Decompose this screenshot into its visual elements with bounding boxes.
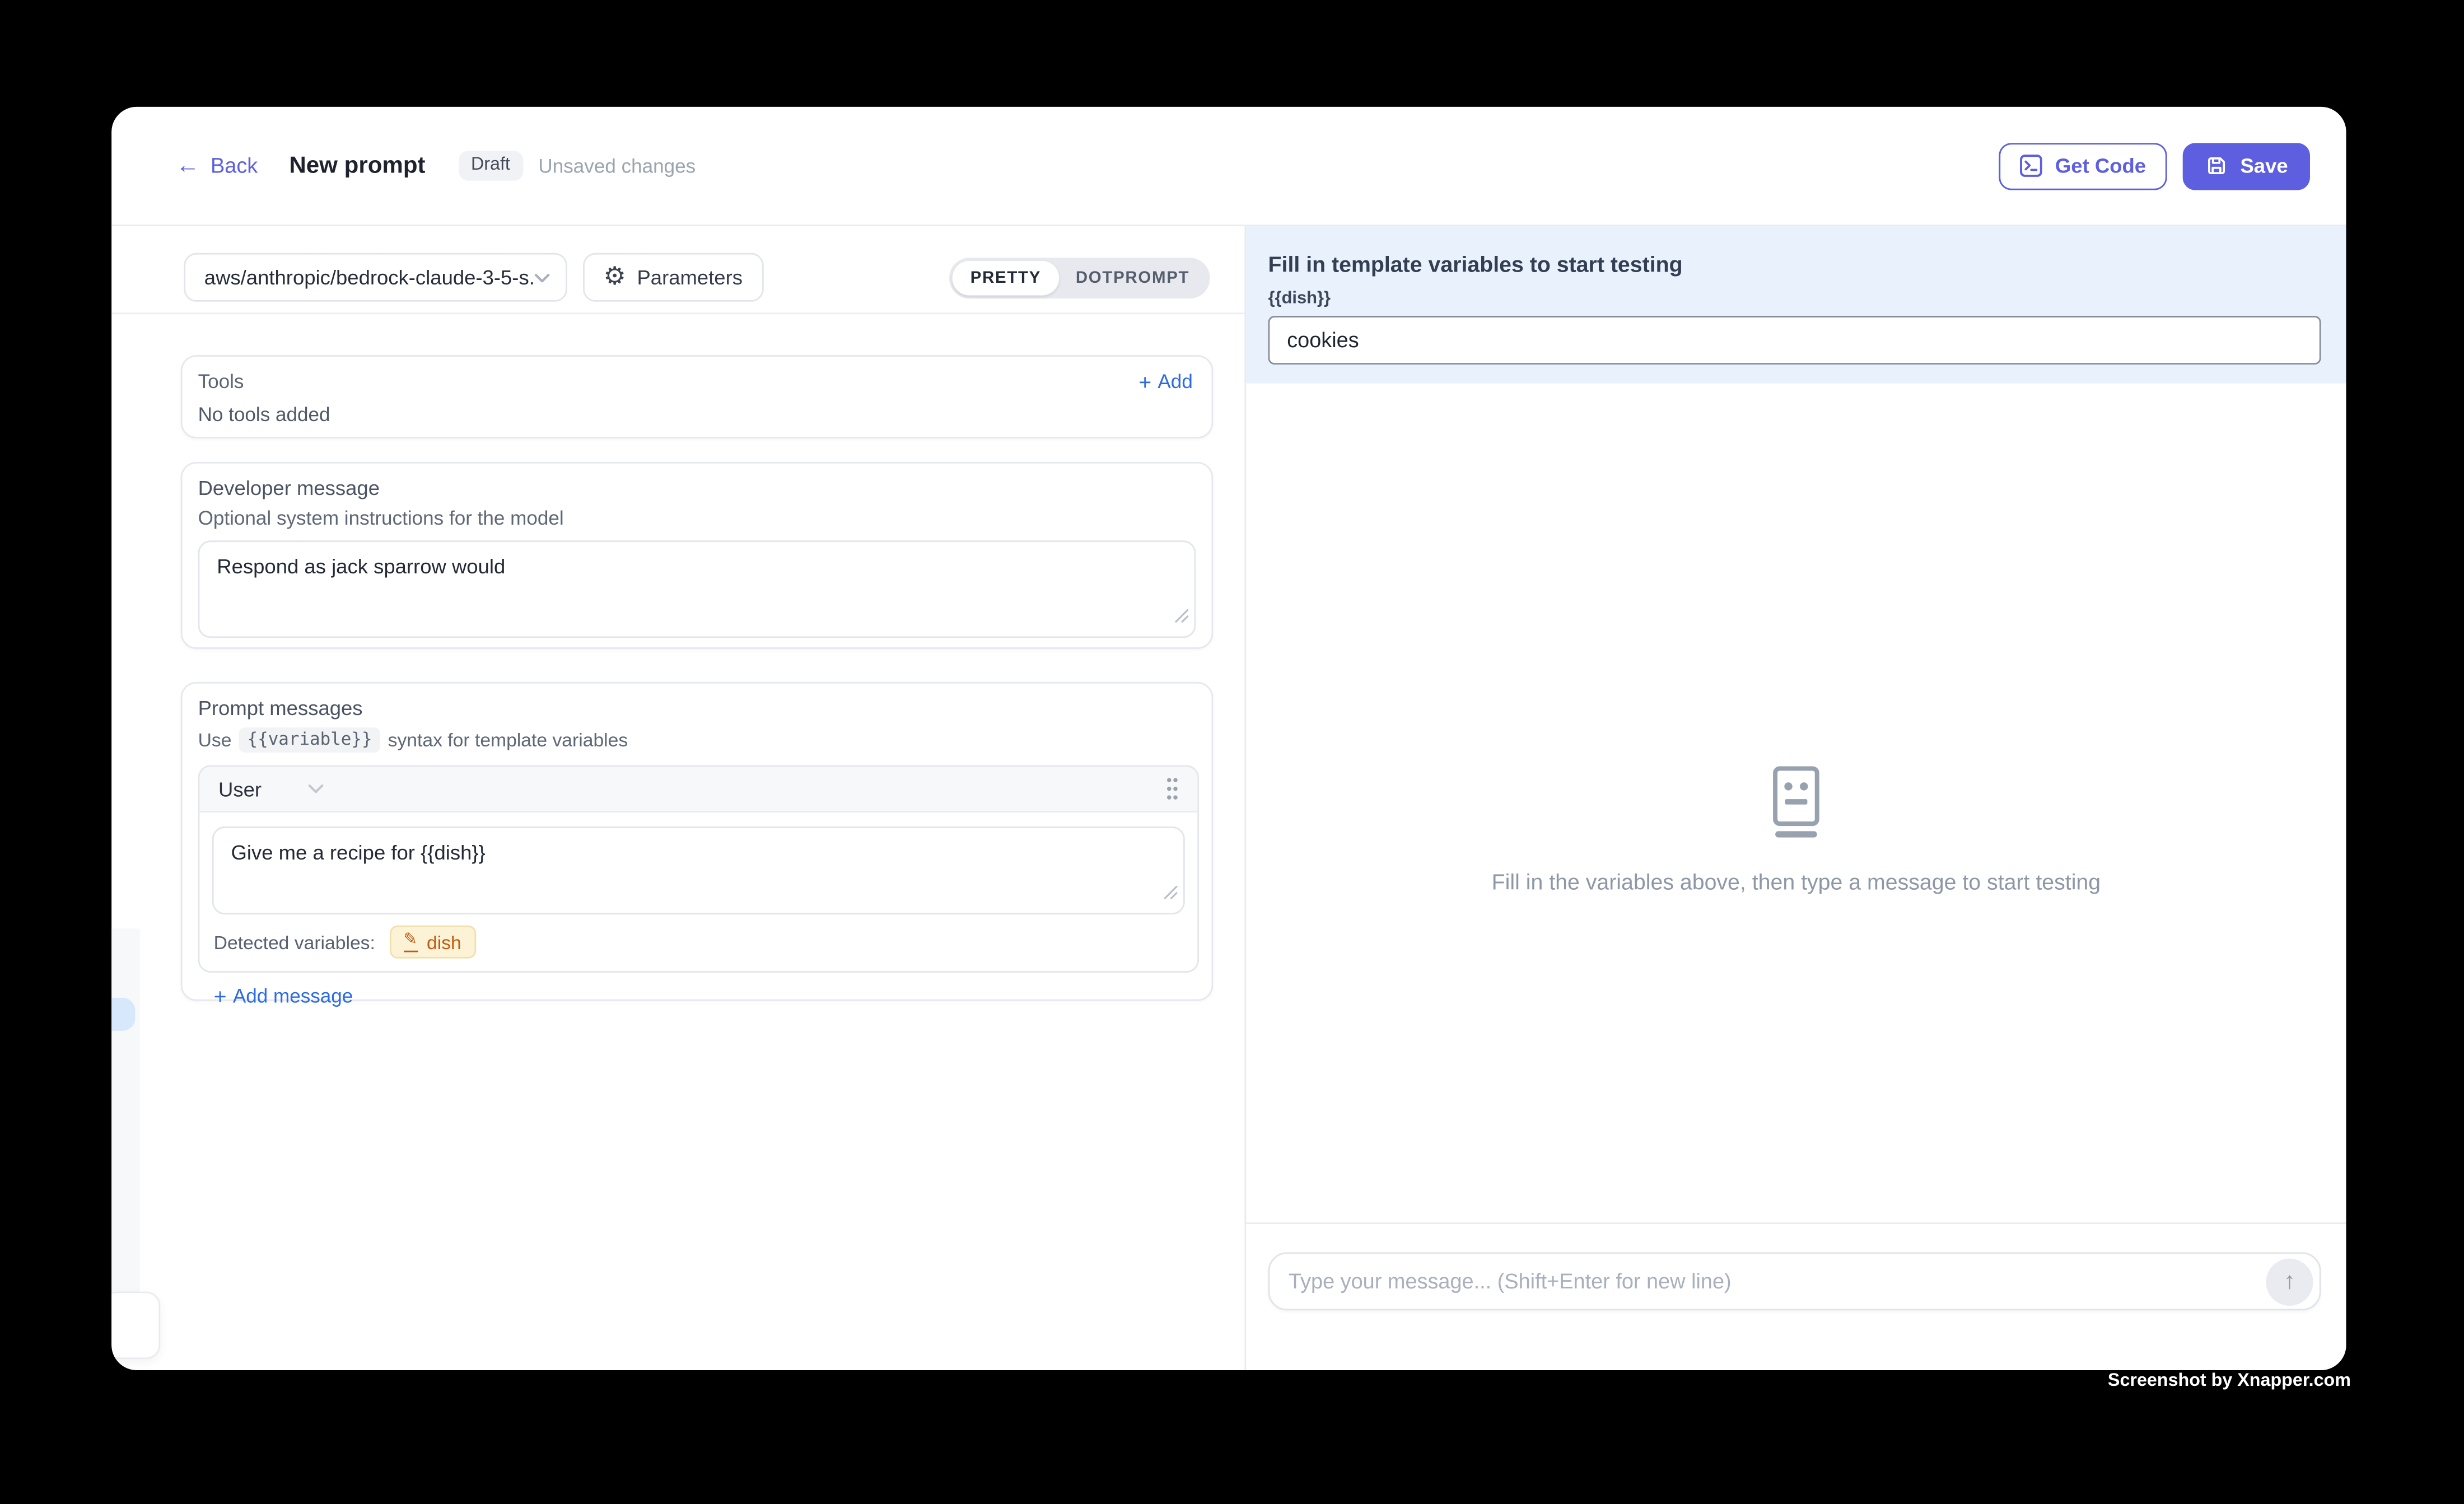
prompt-messages-title: Prompt messages <box>198 696 1196 720</box>
parameters-label: Parameters <box>637 265 743 289</box>
chat-input-box: ↑ <box>1268 1252 2321 1310</box>
developer-message-card: Developer message Optional system instru… <box>181 462 1214 649</box>
view-mode-toggle: PRETTY DOTPROMPT <box>950 257 1210 298</box>
tools-card: Tools + Add No tools added <box>181 355 1214 438</box>
user-message-textarea[interactable]: Give me a recipe for {{dish}} <box>212 826 1185 914</box>
toggle-option-dotprompt[interactable]: DOTPROMPT <box>1058 260 1207 295</box>
detected-variables-row: Detected variables: ✎ dish <box>212 926 1185 959</box>
toggle-option-pretty[interactable]: PRETTY <box>953 260 1058 295</box>
terminal-icon <box>2019 154 2042 178</box>
get-code-button[interactable]: Get Code <box>1999 142 2167 189</box>
unsaved-changes-text: Unsaved changes <box>538 155 696 176</box>
back-arrow-icon: ← <box>176 154 199 178</box>
parameters-button[interactable]: ⚙ Parameters <box>583 253 763 302</box>
add-message-button[interactable]: + Add message <box>214 985 1196 1007</box>
variables-section-title: Fill in template variables to start test… <box>1268 251 2321 277</box>
message-block: User <box>198 765 1199 973</box>
variable-syntax-chip: {{variable}} <box>239 727 380 753</box>
chat-preview-area: Fill in the variables above, then type a… <box>1246 384 2346 1222</box>
tools-title: Tools <box>198 371 244 393</box>
get-code-label: Get Code <box>2055 154 2146 178</box>
send-button[interactable]: ↑ <box>2266 1258 2313 1305</box>
variable-chip-dish[interactable]: ✎ dish <box>389 926 475 959</box>
variable-chip-label: dish <box>427 931 461 953</box>
save-label: Save <box>2240 154 2288 178</box>
status-badge: Draft <box>459 151 523 181</box>
watermark-text: Screenshot by Xnapper.com <box>2108 1372 2351 1391</box>
pencil-icon: ✎ <box>403 932 417 952</box>
empty-state-text: Fill in the variables above, then type a… <box>1492 869 2101 894</box>
hint-prefix: Use <box>198 729 232 751</box>
detected-variables-label: Detected variables: <box>214 931 375 953</box>
nav-selected-item-sliver[interactable] <box>111 998 135 1031</box>
robot-face-icon <box>1766 764 1826 847</box>
plus-icon: + <box>1138 371 1151 393</box>
role-select-value: User <box>218 777 262 801</box>
developer-message-subtitle: Optional system instructions for the mod… <box>198 507 1196 529</box>
chevron-down-icon[interactable] <box>309 784 324 794</box>
template-variables-section: Fill in template variables to start test… <box>1246 226 2346 384</box>
app-window: ← Back New prompt Draft Unsaved changes … <box>111 107 2346 1370</box>
back-button[interactable]: ← Back <box>176 154 258 178</box>
test-panel: Fill in template variables to start test… <box>1244 226 2346 1370</box>
variable-value-input[interactable] <box>1268 316 2321 365</box>
toolbar-divider <box>111 312 1244 314</box>
hint-suffix: syntax for template variables <box>388 729 628 751</box>
template-variable-hint: Use {{variable}} syntax for template var… <box>198 727 1196 753</box>
drag-handle-icon[interactable] <box>1166 776 1178 801</box>
screenshot-root: ← Back New prompt Draft Unsaved changes … <box>0 0 2464 1503</box>
corner-popover-sliver <box>111 1292 160 1360</box>
model-selector-value: aws/anthropic/bedrock-claude-3-5-s... <box>204 265 534 289</box>
save-icon <box>2204 154 2228 178</box>
header-bar: ← Back New prompt Draft Unsaved changes … <box>111 107 2346 226</box>
editor-toolbar: aws/anthropic/bedrock-claude-3-5-s... ⚙ … <box>111 226 1244 302</box>
message-role-row: User <box>199 767 1197 812</box>
chat-message-input[interactable] <box>1289 1269 2266 1293</box>
developer-message-textarea[interactable]: Respond as jack sparrow would <box>198 540 1196 638</box>
save-button[interactable]: Save <box>2182 142 2310 189</box>
add-tool-button[interactable]: + Add <box>1138 371 1193 393</box>
chevron-down-icon <box>534 273 550 282</box>
add-tool-label: Add <box>1158 371 1192 393</box>
nav-drawer-sliver <box>111 928 140 1291</box>
plus-icon: + <box>214 985 227 1007</box>
model-selector[interactable]: aws/anthropic/bedrock-claude-3-5-s... <box>184 253 567 302</box>
back-label: Back <box>211 154 258 178</box>
message-body: Give me a recipe for {{dish}} Detected v… <box>199 812 1197 971</box>
variable-name-label: {{dish}} <box>1268 289 2321 308</box>
tools-empty-text: No tools added <box>198 404 1193 426</box>
developer-message-title: Developer message <box>198 476 1196 499</box>
add-message-label: Add message <box>233 985 353 1007</box>
send-arrow-icon: ↑ <box>2284 1269 2295 1293</box>
chat-input-row: ↑ <box>1246 1222 2346 1370</box>
prompt-editor-pane: aws/anthropic/bedrock-claude-3-5-s... ⚙ … <box>111 226 1244 1370</box>
gear-icon: ⚙ <box>604 265 626 290</box>
prompt-messages-card: Prompt messages Use {{variable}} syntax … <box>181 682 1214 1001</box>
page-title: New prompt <box>289 152 425 179</box>
